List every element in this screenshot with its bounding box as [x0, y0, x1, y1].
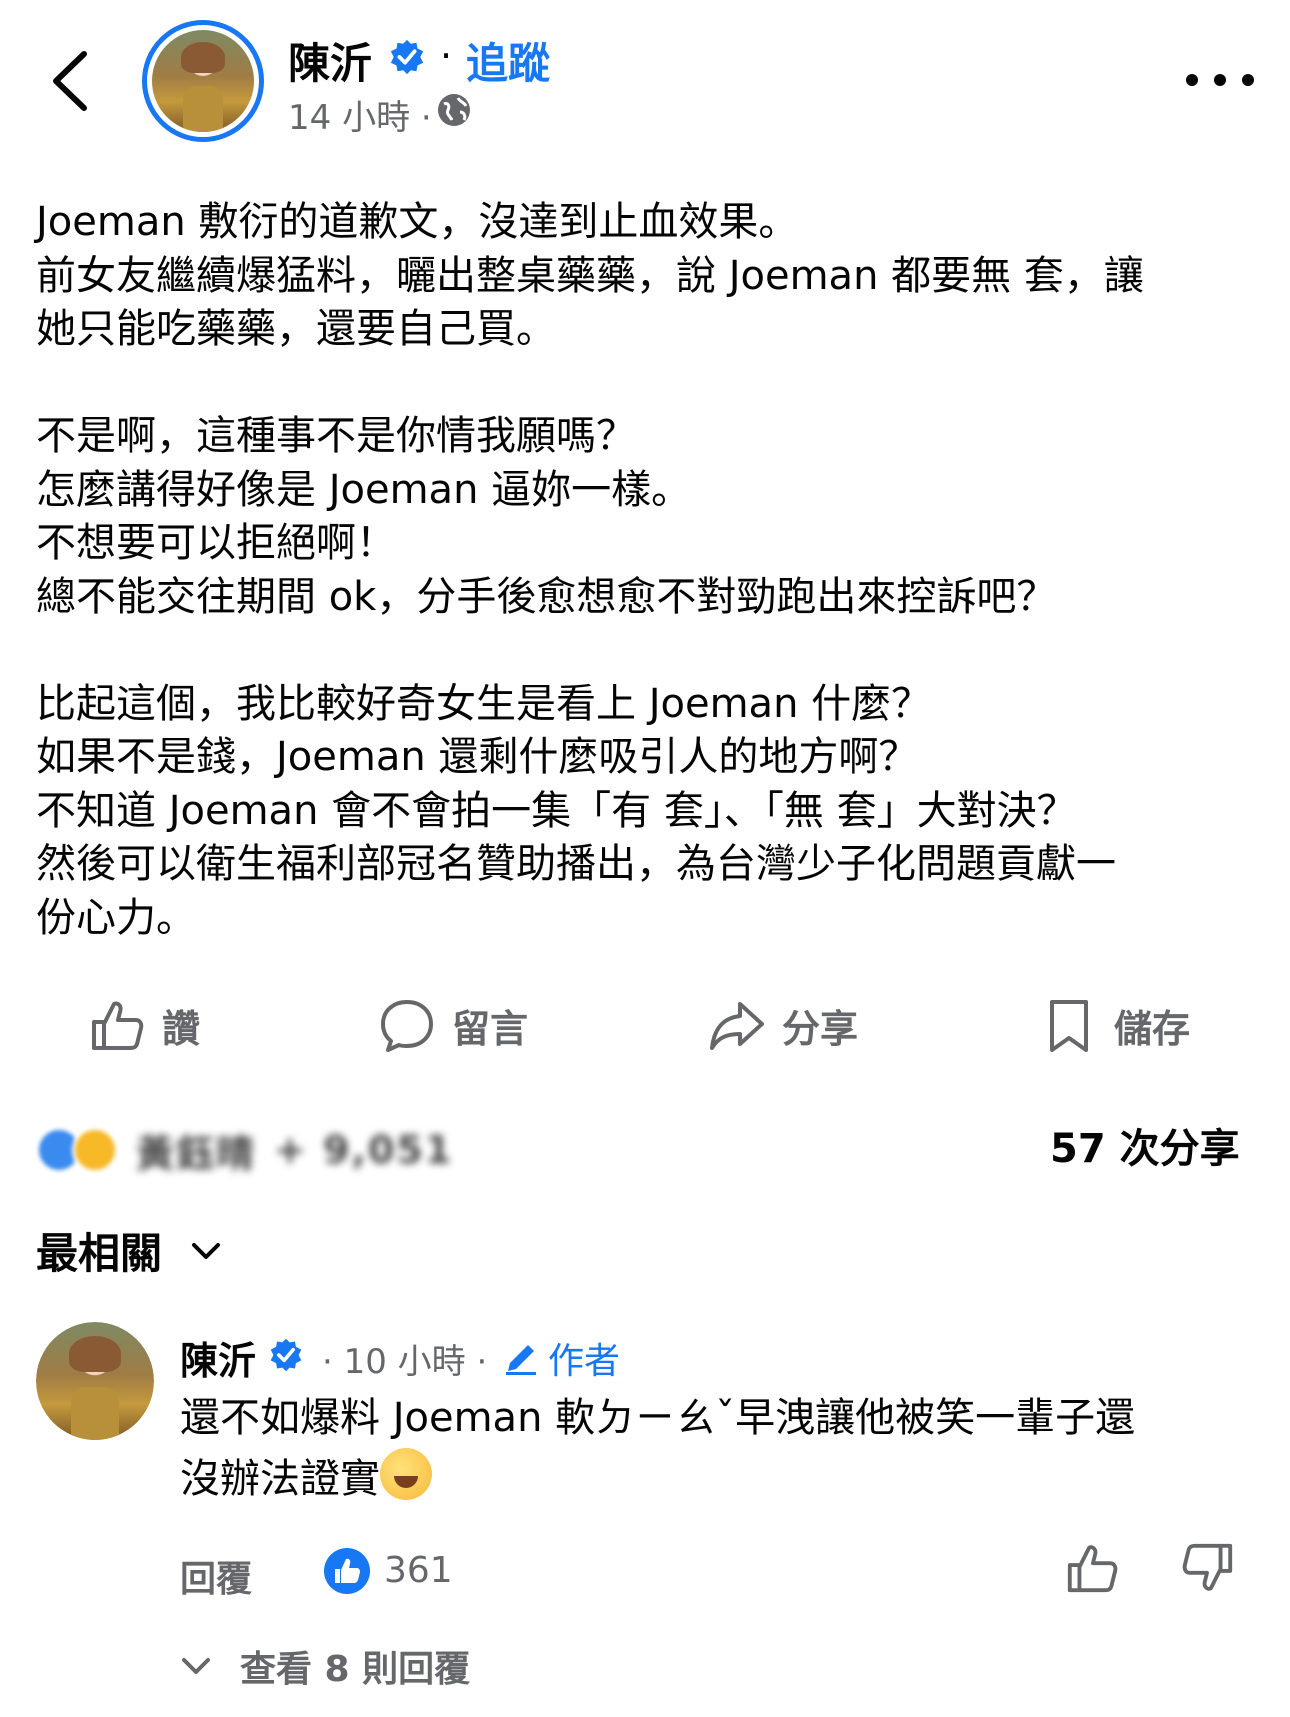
rofl-emoji-icon [380, 1448, 432, 1500]
like-label: 讚 [162, 1006, 201, 1051]
post-line: 不是啊，這種事不是你情我願嗎？ [36, 413, 636, 459]
like-button[interactable]: 讚 [88, 990, 200, 1060]
save-icon [1050, 1000, 1088, 1052]
post-line: 總不能交往期間 ok，分手後愈想愈不對勁跑出來控訴吧？ [36, 573, 1057, 620]
comment-author-name[interactable]: 陳沂 [180, 1330, 256, 1385]
comment-sort-dropdown[interactable]: 最相關 [36, 1220, 226, 1281]
reply-button[interactable]: 回覆 [180, 1550, 252, 1602]
save-button[interactable]: 儲存 [1040, 990, 1190, 1060]
more-icon [1186, 74, 1254, 86]
author-badge-label: 作者 [548, 1341, 621, 1382]
follow-separator: · [440, 34, 453, 78]
comment-time[interactable]: · 10 小時 · [322, 1334, 487, 1383]
back-arrow-icon [53, 51, 87, 111]
view-replies-label: 查看 8 則回覆 [240, 1649, 471, 1690]
avatar-photo [36, 1322, 154, 1440]
chevron-down-icon [182, 1658, 210, 1674]
post-line: 不知道 Joeman 會不會拍一集「有 套」、「無 套」大對決？ [36, 787, 1077, 834]
more-options-button[interactable] [1180, 60, 1260, 100]
back-button[interactable] [40, 46, 100, 116]
post-text: Joeman 敷衍的道歉文，沒達到止血效果。 前女友繼續爆猛料，曬出整桌藥藥，說… [36, 196, 1256, 945]
like-icon [92, 1001, 144, 1050]
author-name[interactable]: 陳沂 [288, 30, 372, 91]
sort-label: 最相關 [36, 1229, 163, 1278]
author-avatar[interactable] [142, 20, 264, 142]
post-time[interactable]: 14 小時 · [288, 90, 432, 139]
reactions-summary[interactable]: 黃鈺晴 + 9,051 [36, 1120, 453, 1180]
thumbs-up-icon[interactable] [1064, 1540, 1120, 1596]
post-line: Joeman 敷衍的道歉文，沒達到止血效果。 [36, 199, 799, 245]
reaction-names: 黃鈺晴 [136, 1131, 257, 1176]
verified-icon [390, 39, 424, 75]
post-line: 如果不是錢，Joeman 還剩什麼吸引人的地方啊？ [36, 734, 919, 780]
comment-text: 還不如爆料 Joeman 軟ㄉㄧㄠˇ早洩讓他被笑一輩子還 沒辦法證實 [180, 1388, 1240, 1509]
verified-icon [270, 1338, 302, 1372]
post-line: 份心力。 [36, 894, 196, 941]
thumbs-down-icon[interactable] [1180, 1540, 1236, 1596]
haha-reaction-icon [72, 1127, 118, 1173]
comment-icon [381, 1000, 433, 1052]
reaction-count: + 9,051 [274, 1128, 454, 1172]
share-button[interactable]: 分享 [708, 990, 858, 1060]
comment-line: 還不如爆料 Joeman 軟ㄉㄧㄠˇ早洩讓他被笑一輩子還 [180, 1395, 1136, 1441]
share-icon [710, 1002, 764, 1050]
view-replies-button[interactable]: 查看 8 則回覆 [176, 1640, 470, 1692]
save-label: 儲存 [1114, 1006, 1191, 1051]
post-line: 前女友繼續爆猛料，曬出整桌藥藥，說 Joeman 都要無 套，讓 [36, 252, 1144, 299]
share-label: 分享 [782, 1006, 859, 1051]
comment-line: 沒辦法證實 [180, 1456, 380, 1502]
comment-label: 留言 [452, 1006, 529, 1051]
post-line: 怎麼講得好像是 Joeman 逼妳一樣。 [36, 466, 692, 513]
share-count[interactable]: 57 次分享 [1050, 1116, 1240, 1174]
follow-button[interactable]: 追蹤 [466, 30, 550, 91]
author-badge: 作者 [502, 1332, 620, 1384]
pencil-icon [506, 1345, 536, 1375]
avatar-photo [152, 30, 254, 132]
comment-button[interactable]: 留言 [378, 990, 528, 1060]
post-line: 不想要可以拒絕啊！ [36, 520, 396, 566]
globe-icon [438, 94, 470, 126]
chevron-down-icon [192, 1242, 221, 1259]
comment-like-count[interactable]: 361 [384, 1550, 453, 1591]
post-line: 比起這個，我比較好奇女生是看上 Joeman 什麼？ [36, 680, 932, 727]
comment-avatar[interactable] [36, 1322, 154, 1440]
post-line: 她只能吃藥藥，還要自己買。 [36, 306, 556, 352]
like-badge-icon [324, 1548, 370, 1594]
comment-line-2: 沒辦法證實 [180, 1448, 1240, 1509]
post-line: 然後可以衛生福利部冠名贊助播出，為台灣少子化問題貢獻一 [36, 841, 1116, 887]
